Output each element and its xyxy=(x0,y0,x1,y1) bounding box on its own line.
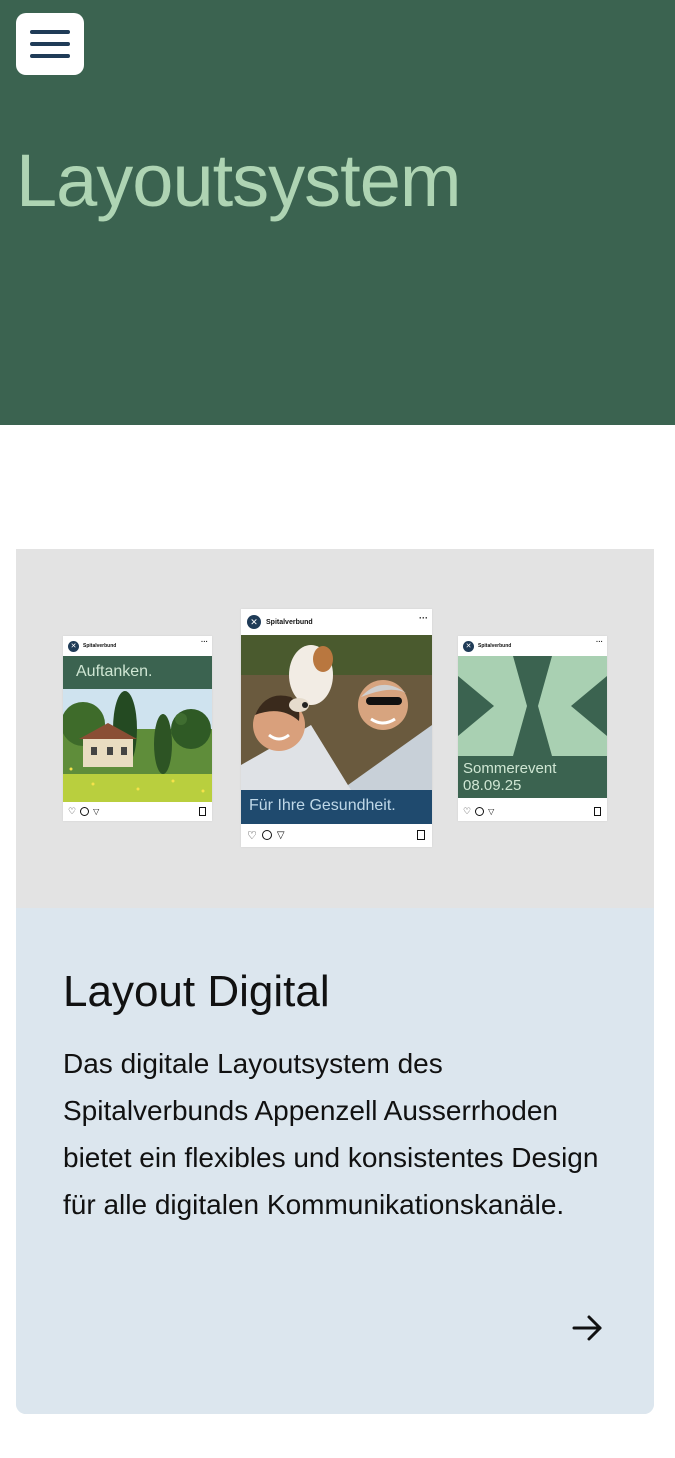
card-media: ✕ Spitalverbund ··· Auftanken. ♡ ▽ ✕ Spi… xyxy=(16,549,654,908)
post-account-name: Spitalverbund xyxy=(266,618,313,626)
post-caption-banner: Für Ihre Gesundheit. xyxy=(241,790,432,824)
hamburger-menu-icon-line xyxy=(30,42,70,46)
post-caption: Auftanken. xyxy=(76,663,153,680)
post-caption-banner: Sommerevent 08.09.25 xyxy=(458,756,607,798)
card-body: Layout Digital Das digitale Layoutsystem… xyxy=(16,908,654,1414)
share-icon: ▽ xyxy=(93,806,100,816)
heart-icon: ♡ xyxy=(68,805,77,816)
hero-section: Layoutsystem xyxy=(0,0,675,425)
card-description: Das digitale Layoutsystem des Spitalverb… xyxy=(63,1048,599,1220)
brand-logo-icon: ✕ xyxy=(68,640,79,652)
card-title: Layout Digital xyxy=(63,967,330,1016)
comment-icon xyxy=(475,806,485,816)
post-image-couple xyxy=(241,635,432,790)
comment-icon xyxy=(261,830,272,840)
post-caption-date: 08.09.25 xyxy=(463,777,522,794)
post-caption: Sommerevent xyxy=(463,760,557,777)
page-title: Layoutsystem xyxy=(16,139,462,222)
hamburger-menu-icon-line xyxy=(30,54,70,58)
more-icon: ··· xyxy=(201,639,208,646)
post-caption-banner: Auftanken. xyxy=(63,656,212,689)
arrow-right-icon[interactable] xyxy=(571,1311,605,1345)
share-icon: ▽ xyxy=(276,829,285,841)
instagram-post-preview: ✕ Spitalverbund ··· Auftanken. ♡ ▽ xyxy=(63,636,212,821)
post-brand-graphic xyxy=(458,656,607,756)
more-icon: ··· xyxy=(419,613,428,623)
heart-icon: ♡ xyxy=(247,829,257,842)
post-account-name: Spitalverbund xyxy=(478,643,512,649)
post-actions: ♡ ▽ xyxy=(63,804,212,818)
post-actions: ♡ ▽ xyxy=(241,827,432,843)
layout-digital-card[interactable]: ✕ Spitalverbund ··· Auftanken. ♡ ▽ ✕ Spi… xyxy=(16,549,654,1414)
instagram-post-preview: ✕ Spitalverbund ··· Für Ihre Gesundheit.… xyxy=(241,609,432,847)
bookmark-icon xyxy=(199,806,206,816)
post-actions: ♡ ▽ xyxy=(458,804,607,818)
post-account-name: Spitalverbund xyxy=(83,643,117,649)
more-icon: ··· xyxy=(596,639,603,646)
share-icon: ▽ xyxy=(488,806,495,816)
bookmark-icon xyxy=(417,830,425,840)
instagram-post-preview: ✕ Spitalverbund ··· Sommerevent 08.09.25… xyxy=(458,636,607,821)
brand-logo-icon: ✕ xyxy=(463,640,474,652)
brand-logo-icon: ✕ xyxy=(247,615,261,629)
heart-icon: ♡ xyxy=(463,805,472,816)
post-image-villa xyxy=(63,689,212,802)
menu-button[interactable] xyxy=(16,13,84,75)
comment-icon xyxy=(80,806,90,816)
post-caption: Für Ihre Gesundheit. xyxy=(249,797,396,814)
bookmark-icon xyxy=(594,806,601,816)
hamburger-menu-icon xyxy=(30,30,70,34)
